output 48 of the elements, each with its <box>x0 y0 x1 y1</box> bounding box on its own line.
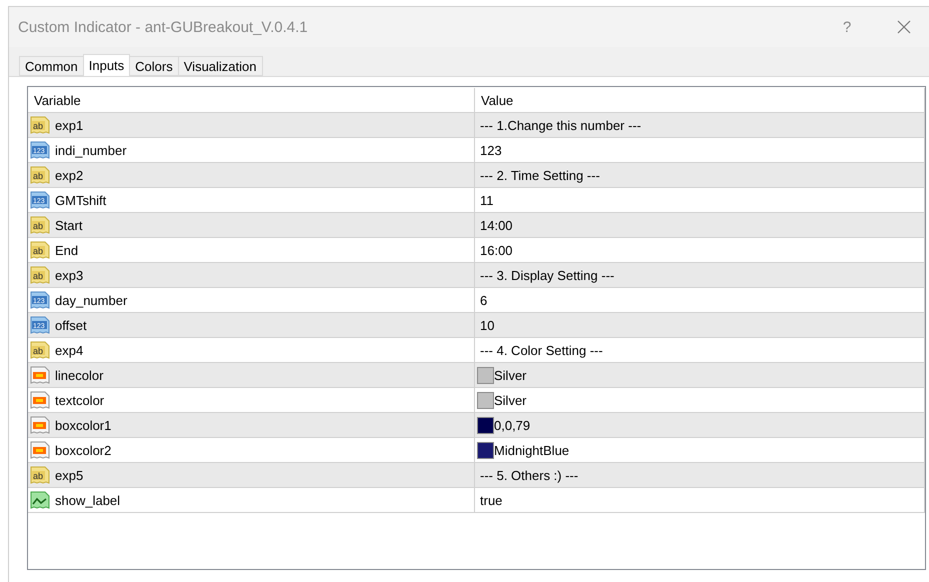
bool-type-icon <box>30 490 50 510</box>
tab[interactable]: Visualization <box>178 56 263 76</box>
variable-value[interactable]: 0,0,79 <box>494 418 530 432</box>
tab[interactable]: Colors <box>129 56 179 76</box>
column-header[interactable]: Variable <box>28 88 475 112</box>
variable-value[interactable]: 10 <box>480 318 494 332</box>
tab[interactable]: Common <box>19 56 84 76</box>
variable-name: linecolor <box>55 368 104 382</box>
variable-value[interactable]: --- 1.Change this number --- <box>480 118 642 132</box>
variable-value[interactable]: --- 2. Time Setting --- <box>480 168 600 182</box>
string-type-icon: ab <box>30 215 50 235</box>
string-type-icon: ab <box>30 115 50 135</box>
variable-value[interactable]: --- 3. Display Setting --- <box>480 268 614 282</box>
variable-value[interactable]: Silver <box>494 392 527 408</box>
variable-name: boxcolor2 <box>55 442 112 458</box>
variable-name: exp3 <box>55 268 84 282</box>
variable-name: show_label <box>55 492 120 508</box>
variable-value[interactable]: true <box>480 492 502 508</box>
variable-name: GMTshift <box>55 192 106 208</box>
variable-value[interactable]: Silver <box>494 368 527 382</box>
variable-name: Start <box>55 218 82 232</box>
variable-value[interactable]: 123 <box>480 142 502 158</box>
string-type-icon: ab <box>30 465 50 485</box>
string-type-icon: ab <box>30 165 50 185</box>
variable-value[interactable]: 14:00 <box>480 218 513 232</box>
close-icon <box>897 20 911 34</box>
variable-name: exp5 <box>55 468 84 482</box>
string-type-icon: ab <box>30 265 50 285</box>
variable-value[interactable]: 16:00 <box>480 242 513 258</box>
variable-name: exp4 <box>55 342 84 358</box>
variable-value[interactable]: --- 5. Others :) --- <box>480 468 578 482</box>
string-type-icon: ab <box>30 340 50 360</box>
string-type-icon: ab <box>30 240 50 260</box>
variable-value[interactable]: 11 <box>480 192 494 208</box>
column-header[interactable]: Value <box>475 88 925 112</box>
variable-name: textcolor <box>55 392 104 408</box>
variable-value[interactable]: MidnightBlue <box>494 442 570 458</box>
variable-name: indi_number <box>55 142 127 158</box>
variable-name: boxcolor1 <box>55 418 112 432</box>
tab[interactable]: Inputs <box>82 54 130 76</box>
variable-name: exp2 <box>55 168 84 182</box>
variable-name: End <box>55 242 78 258</box>
variable-value[interactable]: 6 <box>480 292 488 308</box>
variable-name: day_number <box>55 292 128 308</box>
window-title: Custom Indicator - ant-GUBreakout_V.0.4.1 <box>18 18 309 36</box>
variable-name: offset <box>55 318 87 332</box>
variable-value[interactable]: --- 4. Color Setting --- <box>480 342 603 358</box>
variable-name: exp1 <box>55 118 84 132</box>
